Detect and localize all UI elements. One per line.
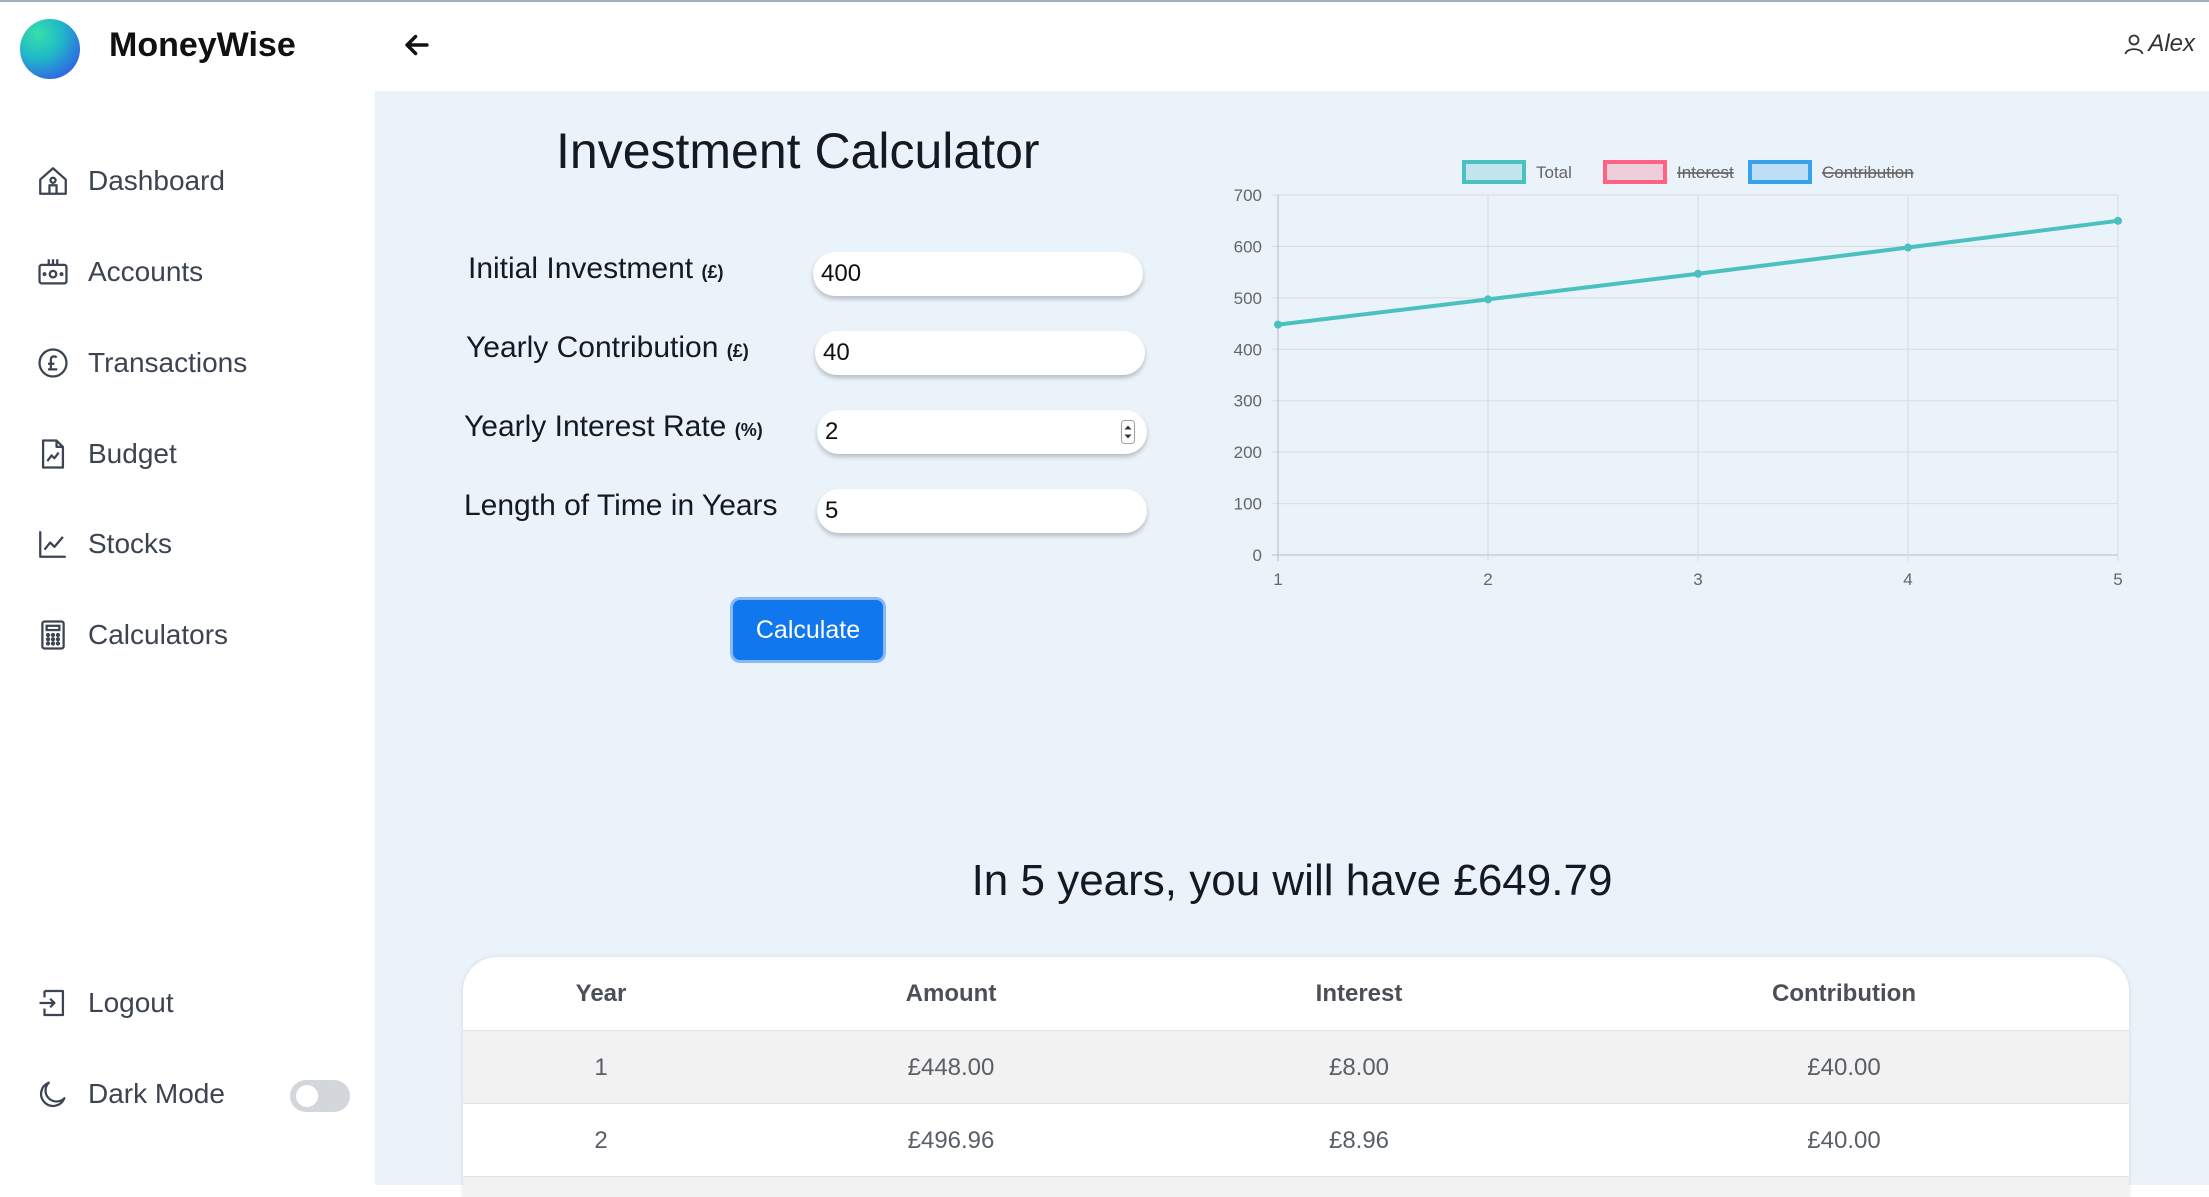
table-header-cell: Year: [575, 979, 627, 1007]
input-value: 5: [825, 497, 839, 524]
sidebar-item-label: Transactions: [88, 347, 248, 378]
table-row-partial: [463, 1176, 2129, 1197]
sidebar-item-accounts[interactable]: Accounts: [36, 242, 203, 302]
data-point: [1904, 243, 1912, 252]
legend-label: Contribution: [1822, 163, 1914, 182]
initial-investment-label: Initial Investment (£): [468, 252, 723, 286]
data-point: [1484, 295, 1492, 304]
field-unit: (£): [701, 262, 724, 282]
field-label-text: Initial Investment: [468, 252, 694, 285]
logout-icon: [39, 989, 65, 1017]
sidebar-item-budget[interactable]: Budget: [36, 424, 177, 484]
field-label-text: Yearly Contribution: [466, 331, 719, 364]
y-tick-label: 400: [1234, 340, 1262, 359]
table-cell: £40.00: [1807, 1053, 1881, 1081]
legend-label: Interest: [1677, 163, 1734, 182]
calculate-button[interactable]: Calculate: [733, 600, 883, 660]
logout-button[interactable]: Logout: [36, 973, 174, 1033]
y-tick-label: 500: [1234, 289, 1262, 308]
sidebar-item-stocks[interactable]: Stocks: [36, 514, 172, 574]
yearly-contribution-label: Yearly Contribution (£): [466, 331, 749, 365]
page-title: Investment Calculator: [556, 123, 1040, 179]
legend-label: Total: [1536, 163, 1572, 182]
field-label-text: Yearly Interest Rate: [464, 410, 727, 443]
moon-icon: [39, 1081, 66, 1108]
legend-swatch: [1462, 160, 1526, 184]
pound-coin-icon: [38, 348, 68, 378]
legend-swatch: [1603, 160, 1667, 184]
sidebar-item-label: Budget: [88, 438, 177, 469]
data-point: [1274, 320, 1282, 329]
x-tick-label: 2: [1483, 570, 1492, 589]
table-header-row: Year Amount Interest Contribution: [463, 957, 2129, 1030]
x-tick-label: 5: [2113, 570, 2122, 589]
interest-rate-label: Yearly Interest Rate (%): [464, 410, 763, 444]
sidebar-item-label: Calculators: [88, 619, 229, 650]
home-icon: [39, 167, 67, 195]
table-cell: £448.00: [907, 1053, 995, 1081]
table-header-cell: Interest: [1315, 979, 1403, 1007]
user-name: Alex: [2148, 30, 2195, 57]
budget-document-icon: [41, 439, 65, 469]
data-point: [2114, 216, 2122, 225]
calculator-icon: [41, 620, 65, 650]
field-unit: (%): [734, 420, 763, 440]
years-label: Length of Time in Years: [464, 489, 778, 523]
dark-mode-row: Dark Mode: [36, 1064, 225, 1124]
results-table: Year Amount Interest Contribution 1 £448.00 £8…: [463, 957, 2129, 1197]
table-cell: £496.96: [907, 1126, 995, 1154]
input-value: 400: [821, 260, 862, 287]
y-tick-label: 700: [1234, 186, 1262, 205]
table-header-cell: Amount: [905, 979, 997, 1007]
table-cell: £8.00: [1328, 1053, 1390, 1081]
number-spinner-icon[interactable]: [1121, 420, 1135, 444]
interest-rate-input[interactable]: 2: [817, 410, 1147, 454]
table-cell: £40.00: [1807, 1126, 1881, 1154]
data-point: [1694, 269, 1702, 278]
sidebar: MoneyWise Dashboard Accounts Transaction…: [0, 2, 375, 1185]
table-row: 2 £496.96 £8.96 £40.00: [463, 1103, 2129, 1177]
yearly-contribution-input[interactable]: 40: [815, 331, 1145, 375]
y-tick-label: 300: [1234, 392, 1262, 411]
wallet-icon: [38, 259, 68, 285]
x-tick-label: 3: [1693, 570, 1702, 589]
investment-line-chart: 0 100 200 300 400 500 600 700 1 2 3 4 5 Total Interest…: [1234, 160, 2123, 589]
table-header-cell: Contribution: [1772, 979, 1916, 1007]
user-icon: [2124, 34, 2144, 55]
table-row: 1 £448.00 £8.00 £40.00: [463, 1030, 2129, 1104]
y-tick-label: 100: [1234, 495, 1262, 514]
logout-label: Logout: [88, 987, 174, 1018]
table-cell: £8.96: [1328, 1126, 1390, 1154]
user-menu[interactable]: Alex: [2122, 30, 2195, 58]
input-value: 40: [823, 339, 850, 366]
sidebar-item-label: Accounts: [88, 256, 204, 287]
field-unit: (£): [726, 341, 749, 361]
sidebar-item-label: Dashboard: [88, 165, 225, 196]
stocks-chart-icon: [39, 531, 66, 558]
toggle-knob: [296, 1085, 318, 1107]
sidebar-item-calculators[interactable]: Calculators: [36, 605, 228, 665]
y-tick-label: 200: [1234, 443, 1262, 462]
back-arrow-icon[interactable]: [400, 28, 434, 62]
table-cell: 2: [594, 1126, 608, 1154]
legend-swatch: [1748, 160, 1812, 184]
table-cell: 1: [594, 1053, 608, 1081]
x-tick-label: 1: [1273, 570, 1282, 589]
dark-mode-label: Dark Mode: [88, 1078, 225, 1109]
years-input[interactable]: 5: [817, 489, 1147, 533]
sidebar-item-transactions[interactable]: Transactions: [36, 333, 247, 393]
y-tick-label: 600: [1234, 237, 1262, 256]
logo-icon: [20, 19, 80, 79]
field-label-text: Length of Time in Years: [464, 489, 778, 522]
input-value: 2: [825, 418, 839, 445]
sidebar-item-dashboard[interactable]: Dashboard: [36, 151, 225, 211]
brand-name: MoneyWise: [109, 26, 296, 64]
x-tick-label: 4: [1903, 570, 1912, 589]
y-tick-label: 0: [1253, 546, 1262, 565]
dark-mode-toggle[interactable]: [290, 1080, 350, 1112]
sidebar-item-label: Stocks: [88, 528, 173, 559]
result-summary: In 5 years, you will have £649.79: [971, 856, 1613, 905]
initial-investment-input[interactable]: 400: [813, 252, 1143, 296]
